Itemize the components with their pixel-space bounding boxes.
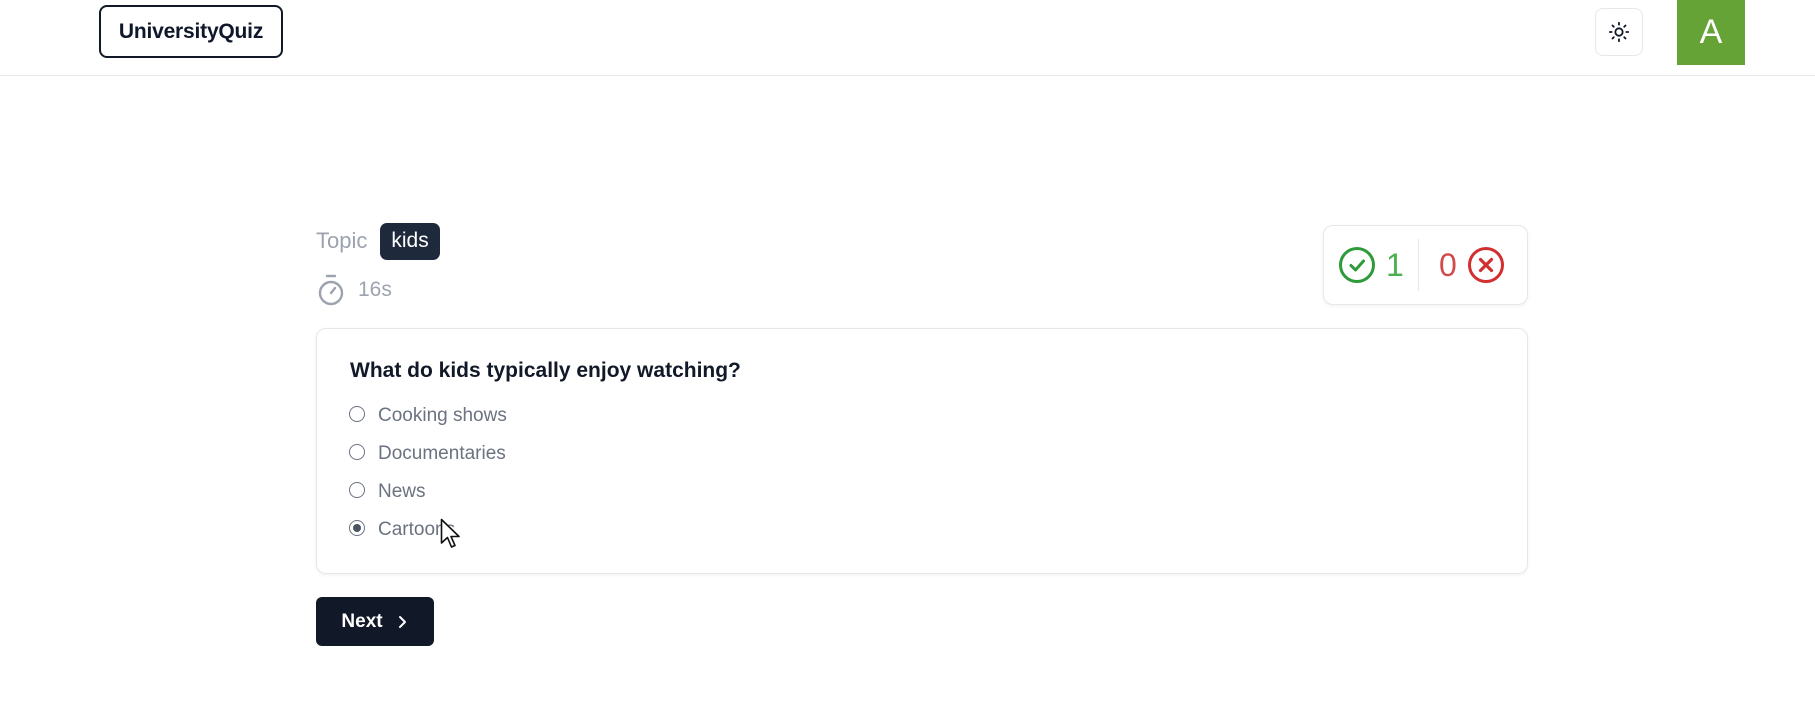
topic-label: Topic: [316, 228, 368, 253]
top-navbar: UniversityQuiz A: [0, 0, 1815, 76]
sun-icon: [1608, 21, 1630, 43]
correct-count: 1: [1386, 246, 1404, 283]
timer-value: 16s: [358, 278, 392, 301]
next-button-label: Next: [341, 610, 383, 632]
option-cartoons[interactable]: Cartoons: [349, 511, 507, 549]
theme-toggle-button[interactable]: [1595, 8, 1643, 56]
wrong-score: 0: [1419, 226, 1505, 304]
option-documentaries[interactable]: Documentaries: [349, 435, 507, 473]
stopwatch-icon: [318, 274, 344, 306]
mouse-cursor-icon: [440, 518, 460, 548]
score-card: 1 0: [1323, 225, 1528, 305]
x-circle-icon: [1467, 247, 1504, 283]
topic-badge: kids: [380, 222, 440, 260]
radio-button[interactable]: [349, 482, 365, 498]
wrong-count: 0: [1439, 246, 1457, 283]
next-button[interactable]: Next: [316, 597, 434, 646]
option-label: News: [378, 481, 426, 502]
option-news[interactable]: News: [349, 473, 507, 511]
option-label: Documentaries: [378, 443, 506, 464]
radio-button[interactable]: [349, 444, 365, 460]
radio-button[interactable]: [349, 406, 365, 422]
timer: 16s: [316, 272, 392, 308]
check-circle-icon: [1339, 247, 1375, 283]
radio-button-selected[interactable]: [349, 520, 365, 536]
answer-options: Cooking shows Documentaries News Cartoon…: [349, 397, 507, 549]
option-cooking-shows[interactable]: Cooking shows: [349, 397, 507, 435]
user-avatar[interactable]: A: [1677, 0, 1745, 65]
chevron-right-icon: [397, 615, 409, 629]
option-label: Cooking shows: [378, 405, 507, 426]
correct-score: 1: [1324, 239, 1419, 291]
app-logo[interactable]: UniversityQuiz: [99, 5, 283, 58]
topic-row: Topic kids: [316, 222, 440, 260]
question-card: What do kids typically enjoy watching? C…: [316, 328, 1528, 574]
question-text: What do kids typically enjoy watching?: [350, 359, 741, 382]
